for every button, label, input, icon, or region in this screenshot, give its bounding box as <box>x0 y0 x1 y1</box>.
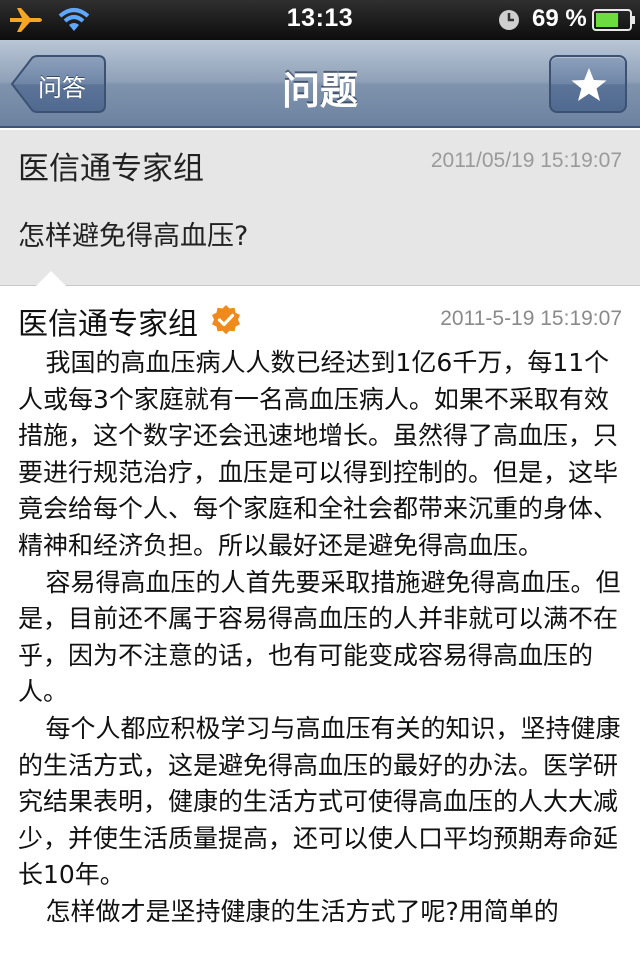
answer-body: 我国的高血压病人人数已经达到1亿6千万，每11个人或每3个家庭就有一名高血压病人… <box>18 345 624 931</box>
answer-paragraph: 我国的高血压病人人数已经达到1亿6千万，每11个人或每3个家庭就有一名高血压病人… <box>18 348 619 560</box>
question-panel: 医信通专家组 2011/05/19 15:19:07 怎样避免得高血压? <box>0 130 640 285</box>
battery-percent: 69 % <box>532 5 587 32</box>
status-bar: 13:13 69 % <box>0 0 640 40</box>
navigation-bar: 问答 问题 <box>0 40 640 128</box>
question-text: 怎样避免得高血压? <box>18 221 249 252</box>
answer-author: 医信通专家组 <box>18 307 198 342</box>
star-icon <box>571 68 607 101</box>
speech-notch <box>36 271 66 286</box>
answer-timestamp: 2011-5-19 15:19:07 <box>440 307 622 330</box>
clock-icon <box>499 10 519 30</box>
battery-icon <box>592 9 635 31</box>
answer-paragraph: 容易得高血压的人首先要采取措施避免得高血压。但是，目前还不属于容易得高血压的人并… <box>18 567 621 707</box>
divider <box>0 285 640 286</box>
verified-badge-icon <box>212 305 240 335</box>
answer-paragraph: 怎样做才是坚持健康的生活方式了呢?用简单的 <box>45 896 559 926</box>
question-timestamp: 2011/05/19 15:19:07 <box>430 149 622 172</box>
favorite-button[interactable] <box>549 55 627 113</box>
answer-paragraph: 每个人都应积极学习与高血压有关的知识，坚持健康的生活方式，这是避免得高血压的最好… <box>18 713 621 890</box>
page-title: 问题 <box>281 69 358 113</box>
question-author: 医信通专家组 <box>18 151 204 187</box>
